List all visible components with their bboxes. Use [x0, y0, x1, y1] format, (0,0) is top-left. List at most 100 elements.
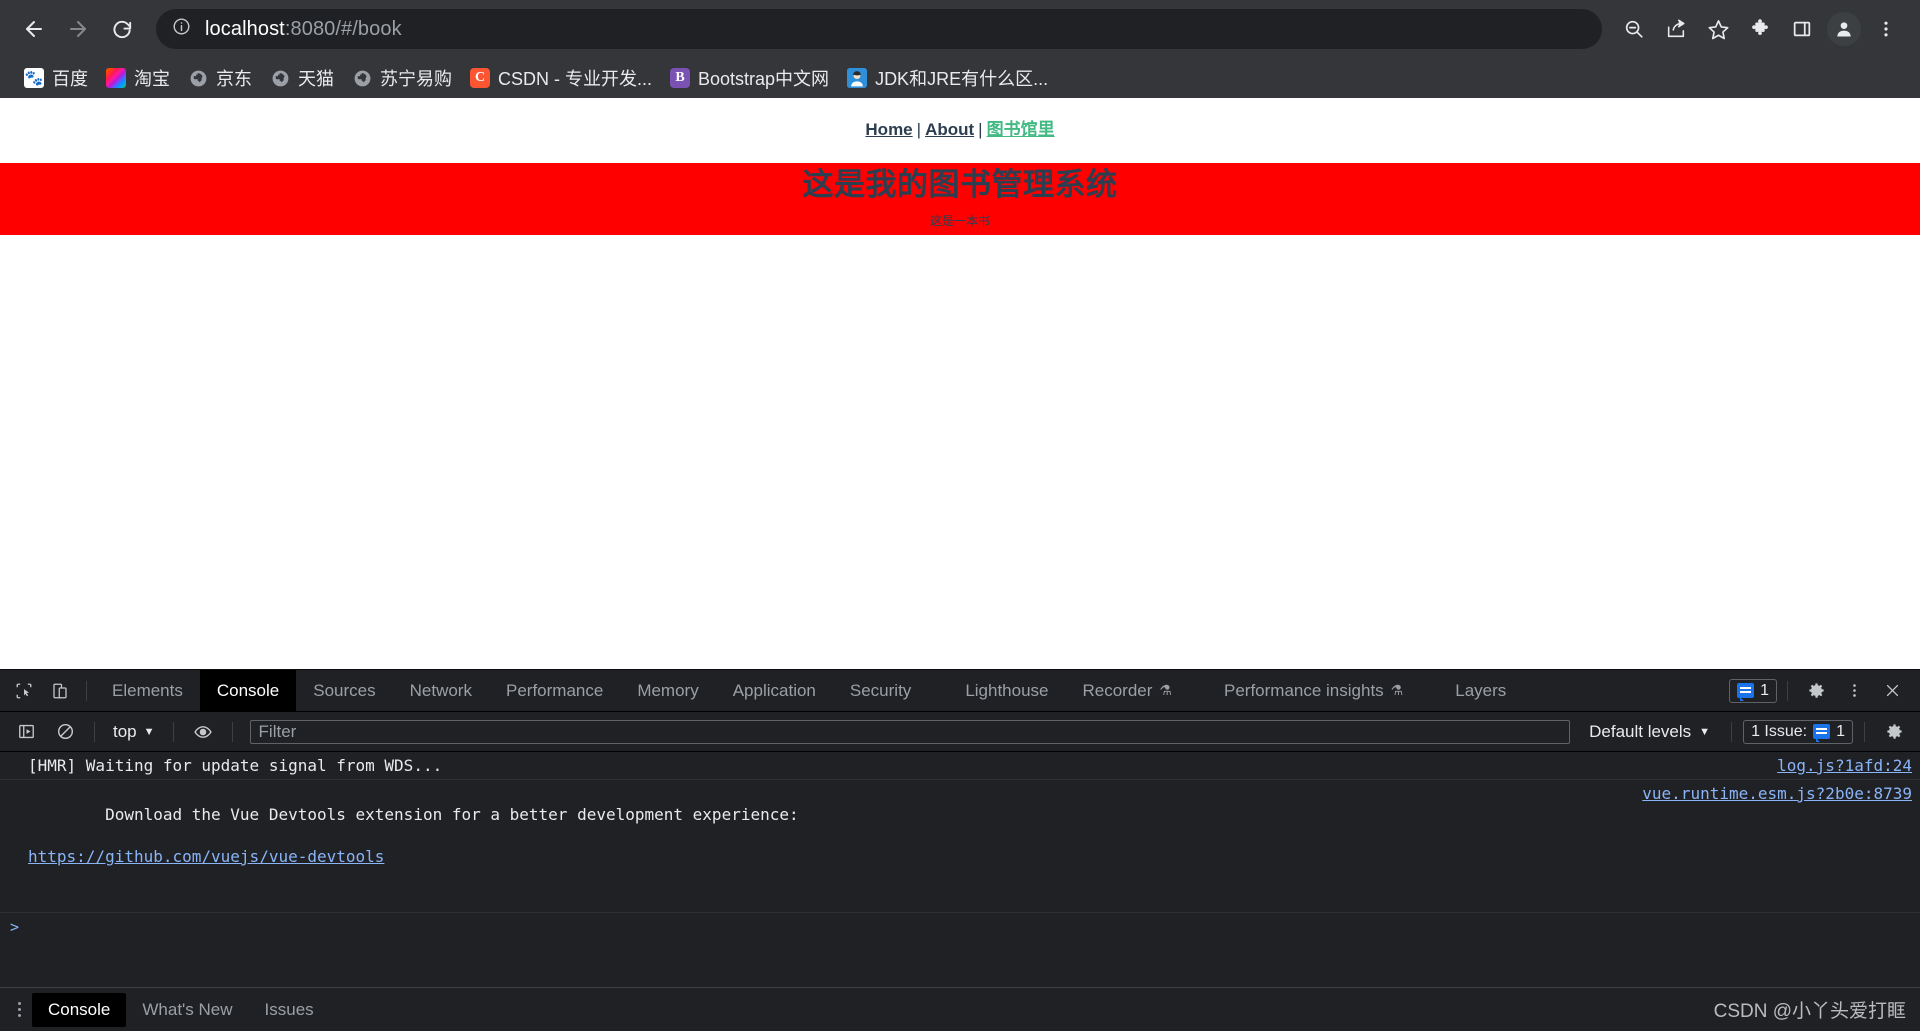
filter-input[interactable] — [249, 719, 1571, 744]
divider — [172, 721, 174, 742]
tab-security[interactable]: Security — [833, 670, 928, 712]
globe-icon — [188, 68, 208, 88]
bootstrap-icon: B — [670, 68, 691, 88]
url-text: localhost:8080/#/book — [205, 18, 402, 41]
close-icon[interactable] — [1874, 673, 1910, 709]
tab-elements[interactable]: Elements — [95, 670, 200, 712]
tab-console[interactable]: Console — [199, 669, 297, 712]
back-button[interactable] — [14, 9, 54, 49]
zoom-out-icon[interactable] — [1614, 9, 1654, 49]
console-settings-gear-icon[interactable] — [1876, 714, 1912, 750]
console-message-source[interactable]: vue.runtime.esm.js?2b0e:8739 — [1642, 783, 1912, 804]
reload-button[interactable] — [102, 9, 142, 49]
kebab-menu-icon[interactable] — [1836, 673, 1872, 709]
bookmark-suning[interactable]: 苏宁易购 — [344, 60, 460, 96]
inspect-element-icon[interactable] — [6, 673, 42, 709]
log-levels-selector[interactable]: Default levels ▼ — [1579, 722, 1720, 742]
bookmark-jd[interactable]: 京东 — [180, 60, 260, 96]
drawer-tab-console[interactable]: Console — [32, 992, 127, 1027]
watermark: CSDN @小丫头爱打眶 — [1713, 1001, 1906, 1022]
profile-avatar-icon[interactable] — [1827, 12, 1861, 46]
bookmark-jdk[interactable]: JDK和JRE有什么区... — [839, 60, 1056, 96]
console-message-text: Download the Vue Devtools extension for … — [28, 783, 1624, 909]
page-viewport: Home | About | 图书馆里 这是我的图书管理系统 这是一本书 — [0, 98, 1920, 669]
extensions-puzzle-icon[interactable] — [1740, 9, 1780, 49]
clear-console-icon[interactable] — [47, 714, 83, 750]
bookmark-label: 百度 — [52, 69, 88, 89]
nav-link-home[interactable]: Home — [865, 120, 912, 139]
log-levels-value: Default levels — [1589, 721, 1692, 741]
console-toolbar: top ▼ Default levels ▼ 1 Issue: 1 — [0, 712, 1920, 752]
tab-performance-insights[interactable]: Performance insights ⚗ — [1207, 670, 1420, 712]
console-message-text: [HMR] Waiting for update signal from WDS… — [28, 756, 443, 775]
tab-application[interactable]: Application — [716, 670, 833, 712]
bookmark-label: JDK和JRE有什么区... — [875, 69, 1049, 89]
address-bar[interactable]: localhost:8080/#/book — [156, 9, 1602, 49]
message-count: 1 — [1760, 681, 1769, 699]
tab-performance[interactable]: Performance — [489, 670, 620, 712]
book-banner: 这是我的图书管理系统 这是一本书 — [0, 163, 1920, 235]
console-message-source[interactable]: log.js?1afd:24 — [1777, 755, 1912, 776]
tab-recorder[interactable]: Recorder ⚗ — [1066, 670, 1189, 712]
bookmark-label: CSDN - 专业开发... — [498, 69, 653, 89]
divider — [1787, 680, 1788, 701]
bookmark-baidu[interactable]: 🐾 百度 — [16, 60, 96, 96]
console-output[interactable]: [HMR] Waiting for update signal from WDS… — [0, 752, 1920, 987]
nav-link-library[interactable]: 图书馆里 — [987, 120, 1055, 139]
device-toolbar-icon[interactable] — [42, 673, 78, 709]
message-bubble-icon — [1737, 683, 1755, 701]
nav-link-about[interactable]: About — [925, 120, 974, 139]
chrome-menu-icon[interactable] — [1866, 9, 1906, 49]
page-title: 这是我的图书管理系统 — [802, 167, 1118, 203]
page-subtitle: 这是一本书 — [929, 213, 990, 228]
baidu-icon: 🐾 — [24, 68, 44, 88]
console-message-body: Download the Vue Devtools extension for … — [105, 805, 799, 824]
gear-icon[interactable] — [1798, 673, 1834, 709]
issues-count: 1 — [1836, 722, 1845, 740]
url-path: :8080/#/book — [284, 17, 402, 40]
tab-sources[interactable]: Sources — [296, 670, 392, 712]
bookmark-bootstrap[interactable]: B Bootstrap中文网 — [662, 60, 837, 96]
drawer-tab-issues[interactable]: Issues — [249, 993, 330, 1027]
bookmark-taobao[interactable]: 淘宝 — [98, 60, 178, 96]
bookmark-tmall[interactable]: 天猫 — [262, 60, 342, 96]
bookmark-label: 苏宁易购 — [380, 69, 452, 89]
taobao-icon — [106, 68, 126, 88]
prompt-caret-icon: > — [10, 918, 20, 936]
console-sidebar-icon[interactable] — [8, 714, 44, 750]
issues-chip[interactable]: 1 Issue: 1 — [1743, 719, 1853, 744]
bookmarks-bar: 🐾 百度 淘宝 京东 天猫 苏宁易购 C CSDN - 专业开发... B Bo… — [0, 58, 1920, 98]
message-count-chip[interactable]: 1 — [1729, 678, 1777, 703]
issues-label: 1 Issue: — [1751, 722, 1808, 740]
divider — [86, 680, 87, 701]
browser-toolbar: localhost:8080/#/book — [0, 0, 1920, 58]
divider — [94, 721, 95, 742]
console-message: Download the Vue Devtools extension for … — [0, 780, 1920, 913]
devtools-tabbar: Elements Console Sources Network Perform… — [0, 669, 1920, 712]
bookmark-star-icon[interactable] — [1698, 9, 1738, 49]
tab-layers[interactable]: Layers — [1438, 670, 1523, 712]
console-message-link[interactable]: https://github.com/vuejs/vue-devtools — [28, 846, 1624, 867]
drawer-tab-whats-new[interactable]: What's New — [126, 993, 248, 1027]
drawer-more-icon[interactable] — [6, 993, 32, 1027]
divider — [1731, 721, 1733, 742]
divider — [231, 721, 233, 742]
tab-recorder-label: Recorder — [1082, 680, 1153, 700]
tab-memory[interactable]: Memory — [620, 670, 715, 712]
console-prompt[interactable]: > — [0, 913, 1920, 939]
live-expression-eye-icon[interactable] — [185, 714, 221, 750]
devtools-tabbar-actions: 1 — [1729, 673, 1920, 709]
forward-button[interactable] — [58, 9, 98, 49]
share-icon[interactable] — [1656, 9, 1696, 49]
tab-network[interactable]: Network — [393, 670, 489, 712]
divider — [1864, 721, 1865, 742]
side-panel-icon[interactable] — [1782, 9, 1822, 49]
console-message: [HMR] Waiting for update signal from WDS… — [0, 752, 1920, 780]
tab-performance-insights-label: Performance insights — [1223, 680, 1384, 700]
bookmark-csdn[interactable]: C CSDN - 专业开发... — [462, 60, 660, 96]
execution-context-selector[interactable]: top ▼ — [106, 722, 162, 742]
toolbar-actions — [1614, 9, 1906, 49]
nav-separator: | — [978, 120, 983, 139]
tab-lighthouse[interactable]: Lighthouse — [948, 670, 1065, 712]
site-info-icon[interactable] — [172, 17, 191, 41]
